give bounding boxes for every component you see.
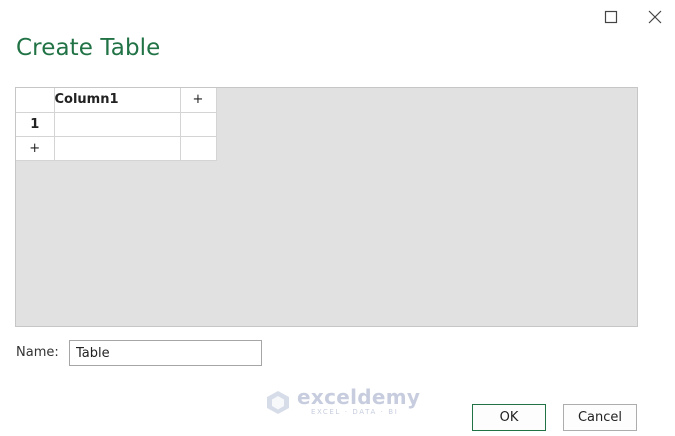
watermark-tagline: EXCEL · DATA · BI: [311, 408, 399, 416]
maximize-button[interactable]: [599, 6, 623, 28]
table-grid: Column1 + 1 +: [16, 88, 217, 161]
header-row: Column1 +: [16, 88, 217, 113]
name-label: Name:: [16, 345, 59, 360]
data-cell-selected[interactable]: [53, 111, 181, 137]
table-row: 1: [16, 111, 217, 137]
watermark: exceldemy EXCEL · DATA · BI: [265, 387, 420, 416]
empty-cell: [179, 135, 217, 161]
table-grid-area[interactable]: Column1 + 1 +: [15, 87, 638, 327]
row-number: 1: [16, 111, 55, 137]
close-button[interactable]: [643, 6, 667, 28]
cancel-button[interactable]: Cancel: [563, 404, 637, 431]
maximize-icon: [604, 10, 618, 24]
empty-cell: [53, 135, 181, 161]
name-input[interactable]: [69, 340, 262, 366]
ok-button[interactable]: OK: [472, 404, 546, 431]
add-column-button[interactable]: +: [179, 88, 217, 113]
add-row-button[interactable]: +: [16, 135, 55, 161]
column-header[interactable]: Column1: [53, 88, 181, 113]
dialog-title: Create Table: [16, 35, 161, 61]
corner-cell: [16, 88, 55, 113]
empty-cell: [179, 111, 217, 137]
close-icon: [648, 10, 662, 24]
add-row: +: [16, 135, 217, 161]
watermark-brand: exceldemy: [297, 385, 421, 409]
exceldemy-logo-icon: [267, 390, 289, 414]
